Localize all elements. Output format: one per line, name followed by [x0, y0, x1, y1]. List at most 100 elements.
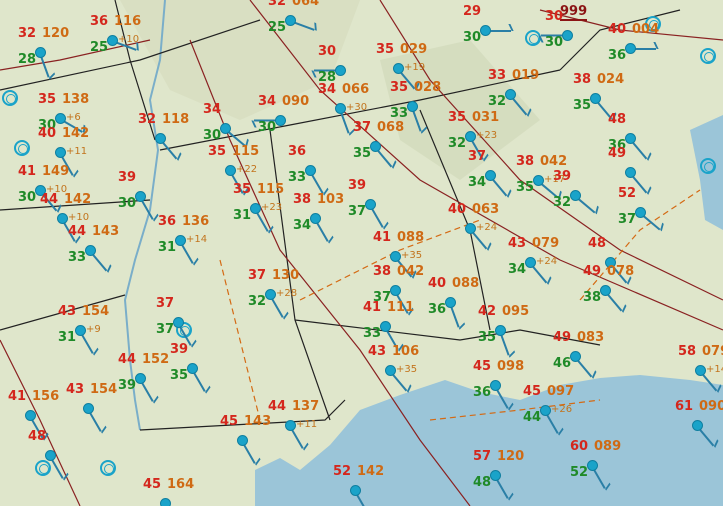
station-pressure: 156: [32, 389, 60, 404]
station-pressure: 024: [597, 72, 625, 87]
station-dewpoint: 33: [363, 326, 382, 341]
station-pressure: 097: [547, 384, 575, 399]
station-plot: 40 063 +24: [448, 202, 499, 250]
station-pressure: 118: [162, 112, 190, 127]
sky-cover-icon: [490, 380, 501, 391]
station-temperature: 43: [368, 344, 387, 359]
station-dewpoint: 34: [293, 218, 312, 233]
station-plot: 36 116 25 +10: [90, 14, 141, 55]
station-pressure: 106: [392, 344, 420, 359]
station-plot: 29 30: [463, 4, 511, 45]
station-pressure-tendency: +9: [86, 324, 101, 335]
station-plot: 34 066 +30: [318, 82, 369, 134]
sky-cover-icon: [380, 321, 391, 332]
station-temperature: 42: [478, 304, 497, 319]
station-plot: 37 068 35: [353, 120, 404, 168]
station-plot: 30 30: [541, 9, 573, 50]
sky-cover-icon: [533, 175, 544, 186]
sky-cover-icon: [350, 485, 361, 496]
station-plot: 41 088 +35: [373, 230, 424, 278]
station-temperature: 39: [170, 342, 189, 357]
station-temperature: 37: [156, 296, 175, 311]
station-temperature: 49: [553, 330, 572, 345]
station-temperature: 40: [608, 22, 627, 37]
station-temperature: 39: [348, 178, 367, 193]
station-pressure-tendency: +30: [346, 102, 368, 113]
station-pressure-tendency: +14: [706, 364, 723, 375]
station-temperature: 38: [516, 154, 535, 169]
station-pressure: 066: [342, 82, 370, 97]
station-temperature: 35: [376, 42, 395, 57]
sky-cover-icon: [250, 203, 261, 214]
station-plot: 41 111 33: [363, 300, 414, 350]
station-plot: 35 028 33: [390, 80, 441, 132]
station-plot: 48 36: [608, 112, 648, 160]
station-plot: 38 042 35 +17: [516, 154, 567, 199]
station-temperature: 57: [473, 449, 492, 464]
station-dewpoint: 35: [573, 98, 592, 113]
calm-wind-icon: [14, 140, 30, 156]
station-plot: 58 079 +14: [678, 344, 723, 392]
station-plot: 39 37: [348, 178, 384, 228]
station-temperature: 44: [40, 192, 59, 207]
station-dewpoint: 30: [258, 120, 277, 135]
station-dewpoint: 52: [570, 465, 589, 480]
station-temperature: 40: [448, 202, 467, 217]
station-pressure: 019: [512, 68, 540, 83]
station-temperature: 38: [293, 192, 312, 207]
station-plot: 45 143: [220, 414, 271, 464]
station-pressure-tendency: +22: [236, 164, 258, 175]
sky-cover-icon: [480, 25, 491, 36]
station-plot: 44 137 +11: [268, 399, 319, 449]
station-plot: 40 004 36: [608, 22, 659, 63]
station-temperature: 49: [608, 146, 627, 161]
sky-cover-icon: [692, 420, 703, 431]
station-pressure: 120: [42, 26, 70, 41]
station-temperature: 35: [390, 80, 409, 95]
station-pressure-tendency: +28: [276, 288, 298, 299]
sky-cover-icon: [160, 498, 171, 506]
station-temperature: 52: [333, 464, 352, 479]
sky-cover-icon: [55, 147, 66, 158]
station-temperature: 48: [588, 236, 607, 251]
station-temperature: 34: [203, 102, 222, 117]
station-plot: 52 37: [618, 186, 661, 231]
sky-cover-icon: [505, 89, 516, 100]
station-pressure-tendency: +24: [476, 222, 498, 233]
station-dewpoint: 30: [203, 128, 222, 143]
station-plot: 32 064 25: [268, 0, 319, 35]
station-plot: 32 120 28: [18, 26, 69, 78]
station-temperature: 45: [143, 477, 162, 492]
sky-cover-icon: [540, 405, 551, 416]
station-dewpoint: 48: [473, 475, 492, 490]
sky-cover-icon: [562, 30, 573, 41]
sky-cover-icon: [625, 43, 636, 54]
sky-cover-icon: [285, 420, 296, 431]
sky-cover-icon: [135, 191, 146, 202]
station-temperature: 44: [68, 224, 87, 239]
sky-cover-icon: [525, 257, 536, 268]
station-temperature: 48: [28, 429, 47, 444]
station-plot: 38 042 37: [373, 264, 424, 314]
calm-wind-icon: [35, 460, 51, 476]
station-pressure-tendency: +23: [261, 202, 283, 213]
station-plot: 43 154 31 +9: [58, 304, 109, 354]
sky-cover-icon: [385, 365, 396, 376]
sky-cover-icon: [600, 285, 611, 296]
station-plot: 49: [608, 146, 648, 194]
station-pressure: 115: [257, 182, 285, 197]
station-dewpoint: 35: [353, 146, 372, 161]
station-pressure: 068: [377, 120, 405, 135]
station-dewpoint: 30: [18, 190, 37, 205]
station-temperature: 43: [508, 236, 527, 251]
station-temperature: 40: [428, 276, 447, 291]
station-dewpoint: 37: [618, 212, 637, 227]
station-pressure: 115: [232, 144, 260, 159]
station-plot: 43 154: [66, 382, 117, 432]
station-pressure: 028: [414, 80, 442, 95]
station-temperature: 39: [118, 170, 137, 185]
station-temperature: 34: [318, 82, 337, 97]
sky-cover-icon: [187, 363, 198, 374]
sky-cover-icon: [265, 289, 276, 300]
station-plot: 34 090 30: [254, 94, 309, 135]
